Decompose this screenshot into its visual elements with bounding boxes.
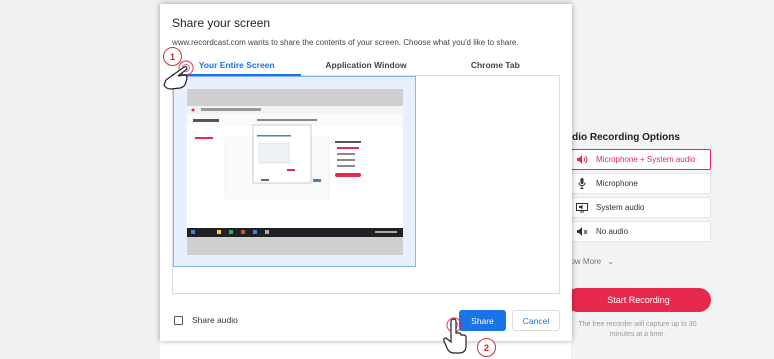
recorder-note: The free recorder will capture up to 30 …: [578, 321, 697, 338]
screen-thumbnail: [187, 89, 403, 255]
option-no-audio[interactable]: No audio: [572, 221, 711, 242]
tab-application-window[interactable]: Application Window: [301, 56, 430, 75]
option-system-audio[interactable]: System audio: [572, 197, 711, 218]
share-audio-option[interactable]: Share audio: [174, 315, 238, 325]
microphone-icon: [575, 178, 589, 189]
chevron-down-icon: ⌄: [607, 257, 615, 266]
option-label: Microphone: [596, 179, 638, 188]
step-marker-2: 2: [477, 338, 496, 357]
share-audio-label: Share audio: [192, 315, 238, 325]
option-label: Microphone + System audio: [596, 155, 696, 164]
show-more-label: how More: [572, 257, 602, 266]
mute-icon: [575, 226, 589, 237]
monitor-audio-icon: [575, 202, 589, 213]
audio-options-panel: udio Recording Options Microphone + Syst…: [572, 0, 774, 359]
dialog-subtitle: www.recordcast.com wants to share the co…: [172, 38, 519, 47]
share-screen-dialog: Share your screen www.recordcast.com wan…: [160, 4, 572, 341]
speaker-icon: [575, 155, 589, 164]
cancel-button[interactable]: Cancel: [512, 310, 560, 331]
option-microphone[interactable]: Microphone: [572, 173, 711, 194]
show-more-link[interactable]: how More ⌄: [572, 257, 614, 266]
dialog-title: Share your screen: [172, 16, 271, 30]
share-audio-checkbox[interactable]: [174, 315, 183, 325]
audio-options-title: udio Recording Options: [572, 132, 680, 143]
pointing-hand-icon-2: [443, 317, 467, 354]
tab-chrome-tab[interactable]: Chrome Tab: [431, 56, 560, 75]
pointing-hand-icon: [163, 60, 194, 90]
option-mic-system-audio[interactable]: Microphone + System audio: [572, 149, 711, 170]
start-recording-button[interactable]: Start Recording: [572, 288, 711, 312]
option-label: System audio: [596, 203, 645, 212]
share-content-area: [172, 76, 560, 294]
option-label: No audio: [596, 227, 629, 236]
share-tabs: Your Entire Screen Application Window Ch…: [172, 56, 560, 76]
screen-thumbnail-selected[interactable]: [173, 76, 416, 267]
